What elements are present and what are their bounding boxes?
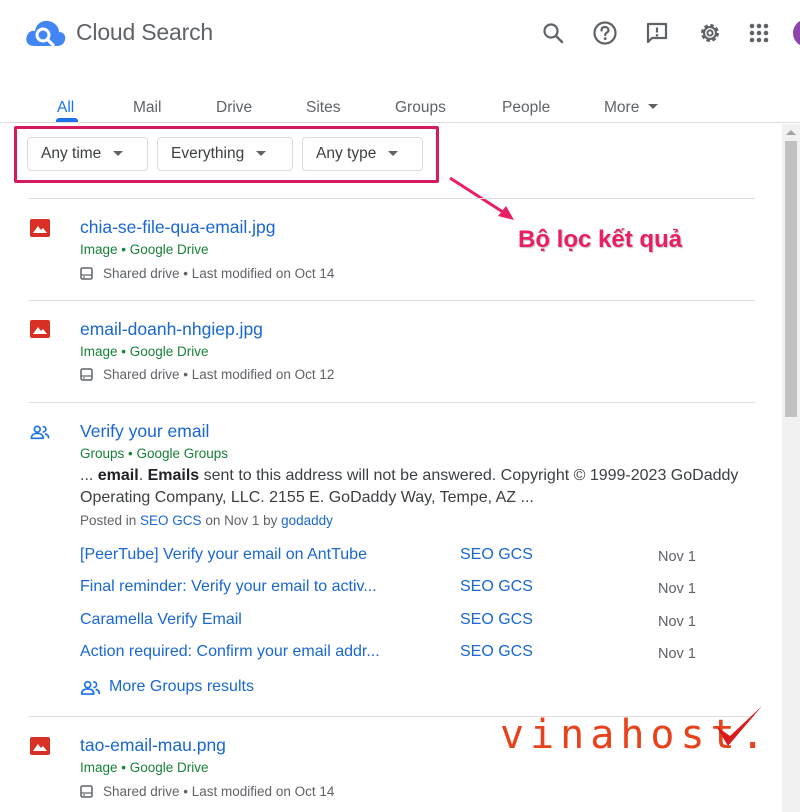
posted-group-link[interactable]: SEO GCS — [140, 513, 202, 528]
filter-everything[interactable]: Everything — [157, 137, 293, 171]
result-title[interactable]: chia-se-file-qua-email.jpg — [80, 217, 276, 238]
sub-result-group[interactable]: SEO GCS — [460, 546, 533, 564]
annotation-label: Bộ lọc kết quả — [518, 226, 683, 253]
filter-everything-label: Everything — [171, 145, 245, 162]
result-title[interactable]: tao-email-mau.png — [80, 735, 226, 756]
tab-mail[interactable]: Mail — [133, 99, 161, 117]
sub-result-date: Nov 1 — [658, 549, 696, 565]
filter-any-time[interactable]: Any time — [27, 137, 148, 171]
sub-result-group[interactable]: SEO GCS — [460, 611, 533, 629]
tab-all[interactable]: All — [57, 99, 74, 117]
result-title[interactable]: email-doanh-nhgiep.jpg — [80, 319, 263, 340]
result-meta-text: Shared drive • Last modified on Oct 12 — [103, 367, 335, 382]
image-file-icon — [30, 320, 50, 338]
result-meta: Shared drive • Last modified on Oct 12 — [80, 367, 334, 382]
tab-more-label: More — [604, 99, 640, 116]
search-tabs: All Mail Drive Sites Groups People More — [0, 96, 800, 123]
tab-groups[interactable]: Groups — [395, 99, 446, 117]
shared-drive-icon — [80, 785, 93, 798]
sub-result-title[interactable]: [PeerTube] Verify your email on AntTube — [80, 546, 367, 564]
scrollbar[interactable] — [782, 124, 800, 812]
sub-result-group[interactable]: SEO GCS — [460, 643, 533, 661]
divider — [28, 300, 755, 301]
feedback-icon[interactable] — [643, 19, 671, 47]
sub-result-date: Nov 1 — [658, 581, 696, 597]
chevron-down-icon — [388, 150, 399, 156]
tab-more[interactable]: More — [604, 99, 659, 117]
settings-icon[interactable] — [696, 19, 724, 47]
scrollbar-thumb[interactable] — [785, 141, 797, 417]
account-avatar[interactable] — [793, 19, 800, 47]
apps-icon[interactable] — [745, 19, 773, 47]
tab-drive[interactable]: Drive — [216, 99, 252, 117]
more-groups-label: More Groups results — [109, 678, 254, 695]
result-posted-info: Posted in SEO GCS on Nov 1 by godaddy — [80, 513, 333, 528]
snippet-highlight: Emails — [147, 467, 200, 484]
result-meta-text: Shared drive • Last modified on Oct 14 — [103, 784, 335, 799]
app-title: Cloud Search — [76, 19, 213, 45]
shared-drive-icon — [80, 267, 93, 280]
filter-any-time-label: Any time — [41, 145, 102, 162]
result-snippet: ... email. Emails sent to this address w… — [80, 467, 739, 506]
divider — [28, 402, 755, 403]
sub-result-title[interactable]: Action required: Confirm your email addr… — [80, 643, 380, 661]
active-tab-indicator — [56, 118, 78, 122]
search-icon[interactable] — [539, 19, 567, 47]
divider — [28, 198, 755, 199]
image-file-icon — [30, 219, 50, 237]
filter-any-type-label: Any type — [316, 145, 377, 162]
result-source: Image • Google Drive — [80, 344, 209, 359]
result-meta: Shared drive • Last modified on Oct 14 — [80, 784, 334, 799]
shared-drive-icon — [80, 368, 93, 381]
chevron-down-icon — [113, 150, 124, 156]
tab-sites[interactable]: Sites — [306, 99, 340, 117]
result-source: Groups • Google Groups — [80, 446, 229, 461]
groups-icon — [30, 425, 50, 440]
cloud-search-logo — [26, 20, 66, 47]
chevron-down-icon — [648, 104, 659, 110]
groups-icon — [80, 680, 101, 695]
result-meta: Shared drive • Last modified on Oct 14 — [80, 266, 334, 281]
snippet-highlight: email — [97, 467, 139, 484]
scroll-up-arrow[interactable] — [786, 130, 796, 135]
tab-people[interactable]: People — [502, 99, 550, 117]
image-file-icon — [30, 737, 50, 755]
result-meta-text: Shared drive • Last modified on Oct 14 — [103, 266, 335, 281]
sub-result-group[interactable]: SEO GCS — [460, 578, 533, 596]
sub-result-date: Nov 1 — [658, 614, 696, 630]
result-title[interactable]: Verify your email — [80, 421, 209, 442]
help-icon[interactable] — [591, 19, 619, 47]
sub-result-date: Nov 1 — [658, 646, 696, 662]
checkmark-logo-icon — [716, 706, 762, 746]
posted-author-link[interactable]: godaddy — [281, 513, 333, 528]
result-source: Image • Google Drive — [80, 242, 209, 257]
more-groups-results-link[interactable]: More Groups results — [80, 678, 254, 696]
sub-result-title[interactable]: Final reminder: Verify your email to act… — [80, 578, 377, 596]
chevron-down-icon — [256, 150, 267, 156]
sub-result-title[interactable]: Caramella Verify Email — [80, 611, 242, 629]
filter-any-type[interactable]: Any type — [302, 137, 423, 171]
result-source: Image • Google Drive — [80, 760, 209, 775]
